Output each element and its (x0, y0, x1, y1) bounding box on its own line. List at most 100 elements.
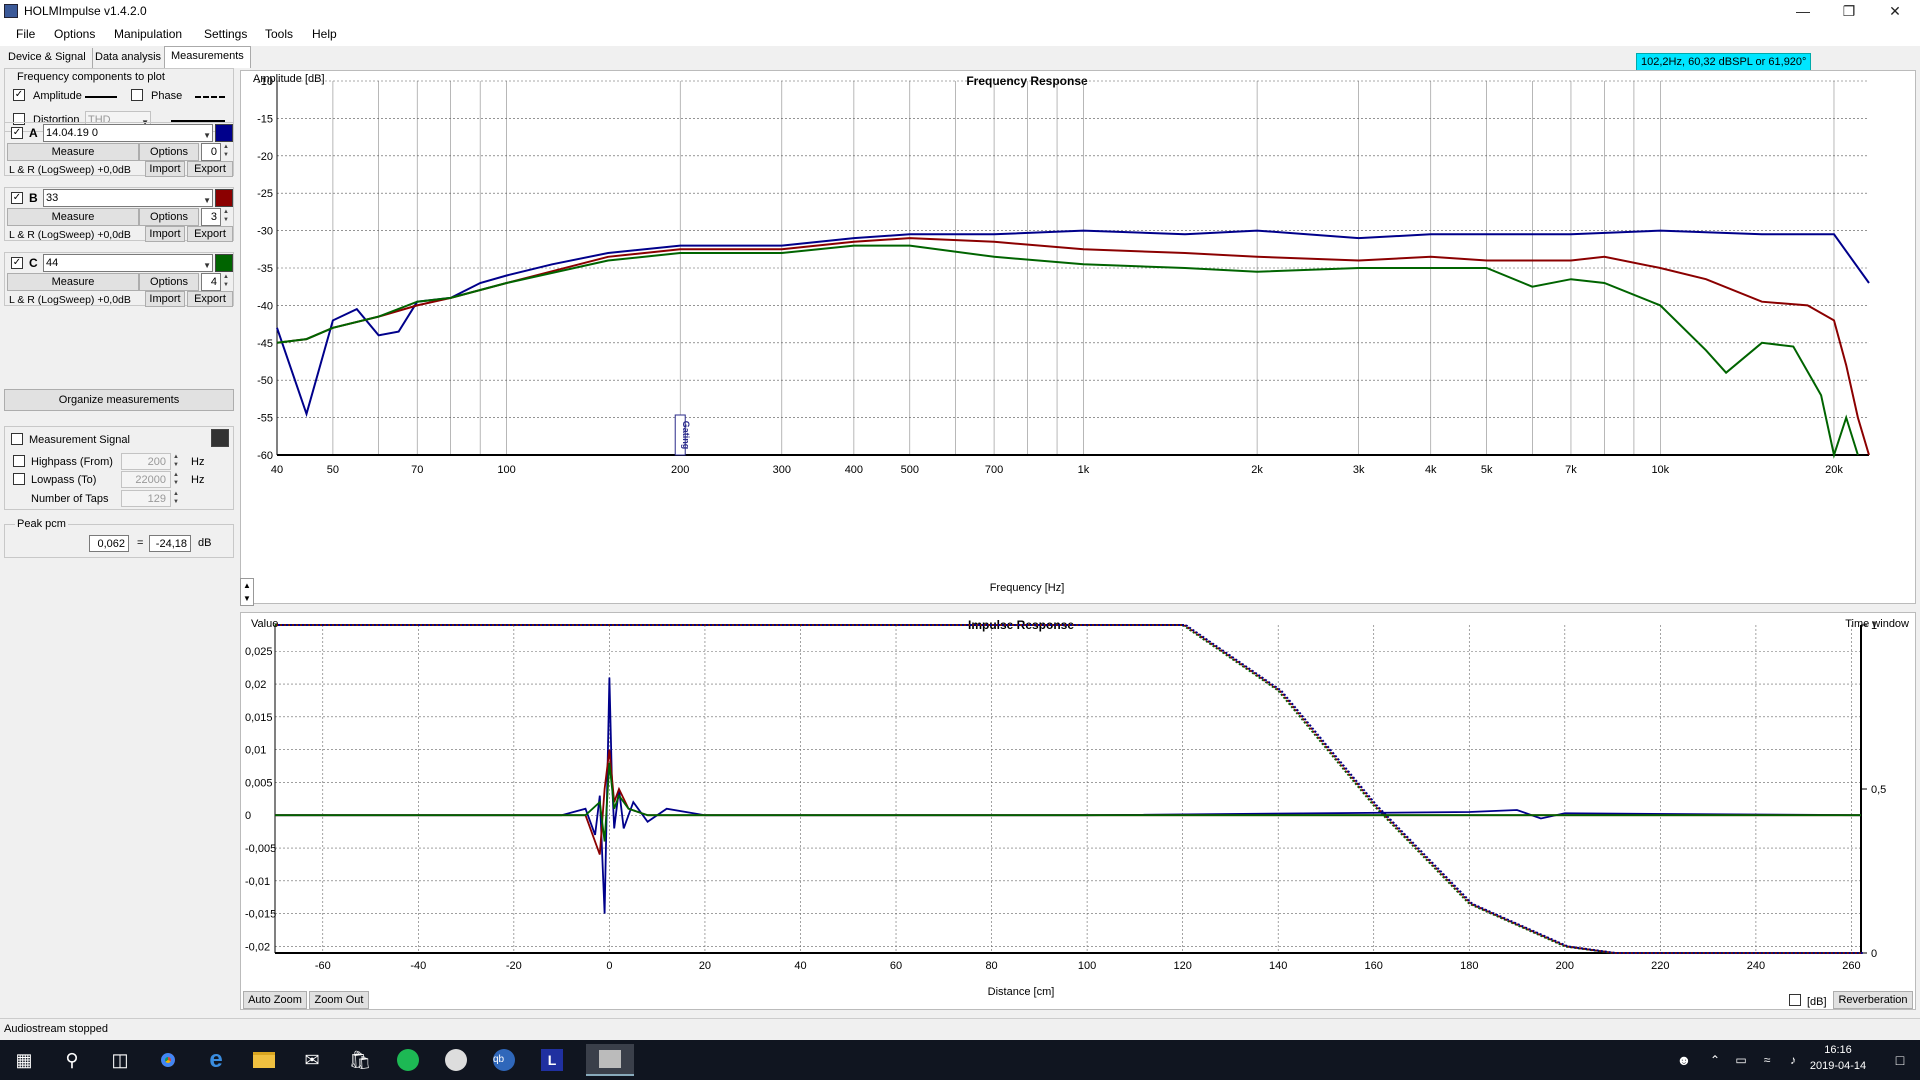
x-tick-label: 300 (773, 464, 791, 476)
x-tick-label: 4k (1425, 464, 1437, 476)
frequency-response-chart[interactable]: Amplitude [dB] Frequency ResponseFrequenc… (241, 71, 1917, 605)
restore-button[interactable]: ❐ (1826, 0, 1872, 22)
zoom-out-button[interactable]: Zoom Out (309, 991, 369, 1009)
file-explorer-icon[interactable] (240, 1044, 288, 1076)
auto-zoom-button[interactable]: Auto Zoom (243, 991, 307, 1009)
measurement-signal-checkbox[interactable] (11, 433, 23, 445)
db-checkbox[interactable] (1789, 994, 1801, 1006)
window-title: HOLMImpulse v1.4.2.0 (24, 4, 147, 18)
measurement-name-select[interactable]: 33 ▼ (43, 189, 213, 207)
offset-field[interactable]: 3 (201, 208, 221, 226)
frequency-components-title: Frequency components to plot (17, 71, 165, 83)
edge-icon[interactable]: e (192, 1044, 240, 1076)
x-tick-label: 260 (1842, 960, 1860, 972)
y-tick-label: -10 (257, 76, 273, 88)
measurement-color-swatch[interactable] (215, 189, 233, 207)
lowpass-field[interactable]: 22000 (121, 471, 171, 488)
measurement-name-select[interactable]: 44 ▼ (43, 254, 213, 272)
taps-spinner[interactable]: ▲ ▼ (171, 490, 181, 508)
spotify-icon[interactable] (384, 1044, 432, 1076)
measurement-enable-checkbox[interactable]: ✓ (11, 192, 23, 204)
highpass-field[interactable]: 200 (121, 453, 171, 470)
measurement-enable-checkbox[interactable]: ✓ (11, 257, 23, 269)
store-icon[interactable]: 🛍 (336, 1044, 384, 1076)
measure-button[interactable]: Measure (7, 273, 139, 291)
measurement-letter: C (29, 256, 38, 270)
lowpass-checkbox[interactable] (13, 473, 25, 485)
measure-button[interactable]: Measure (7, 143, 139, 161)
menu-file[interactable]: File (16, 27, 35, 41)
x-tick-label: 80 (985, 960, 997, 972)
export-button[interactable]: Export (187, 291, 233, 307)
mail-icon[interactable]: ✉ (288, 1044, 336, 1076)
highpass-checkbox[interactable] (13, 455, 25, 467)
reverberation-button[interactable]: Reverberation (1833, 991, 1913, 1009)
x-tick-label: 140 (1269, 960, 1287, 972)
offset-field[interactable]: 4 (201, 273, 221, 291)
measurement-description: L & R (LogSweep) +0,0dB (9, 294, 131, 306)
taps-field[interactable]: 129 (121, 490, 171, 507)
tab-data-analysis[interactable]: Data analysis (89, 48, 169, 68)
y-tick-label: -15 (257, 113, 273, 125)
app-circle-icon[interactable] (432, 1044, 480, 1076)
import-button[interactable]: Import (145, 161, 185, 177)
organize-measurements-button[interactable]: Organize measurements (4, 389, 234, 411)
options-button[interactable]: Options (139, 208, 199, 226)
task-view-icon[interactable]: ◫ (96, 1044, 144, 1076)
notification-icon[interactable]: □ (1880, 1044, 1920, 1076)
tab-device-signal[interactable]: Device & Signal (2, 48, 93, 68)
amplitude-label: Amplitude (33, 90, 82, 102)
y-tick-label: -50 (257, 375, 273, 387)
import-button[interactable]: Import (145, 291, 185, 307)
chrome-icon[interactable] (144, 1044, 192, 1076)
impulse-series-1 (275, 677, 1862, 914)
close-button[interactable]: ✕ (1872, 0, 1918, 22)
import-button[interactable]: Import (145, 226, 185, 242)
x-tick-label: 50 (327, 464, 339, 476)
x-axis-label: Distance [cm] (988, 986, 1055, 998)
frequency-series-3 (276, 244, 1859, 459)
menu-manipulation[interactable]: Manipulation (114, 27, 182, 41)
measurement-color-swatch[interactable] (215, 124, 233, 142)
phase-line-sample (195, 96, 225, 98)
x-tick-label: 220 (1651, 960, 1669, 972)
export-button[interactable]: Export (187, 226, 233, 242)
impulse-series-2 (275, 749, 1861, 855)
menu-options[interactable]: Options (54, 27, 95, 41)
tab-measurements[interactable]: Measurements (164, 46, 251, 68)
splitter-arrows[interactable]: ▲ ▼ (240, 578, 254, 606)
options-button[interactable]: Options (139, 143, 199, 161)
offset-spinner[interactable]: ▲ ▼ (221, 208, 231, 226)
db-label: [dB] (1807, 996, 1827, 1008)
search-icon[interactable]: ⚲ (48, 1044, 96, 1076)
x-tick-label: 0 (606, 960, 612, 972)
measurement-color-swatch[interactable] (215, 254, 233, 272)
highpass-spinner[interactable]: ▲ ▼ (171, 453, 181, 471)
qbittorrent-icon[interactable]: qb (480, 1044, 528, 1076)
export-button[interactable]: Export (187, 161, 233, 177)
windows-start-icon[interactable]: ▦ (0, 1044, 48, 1076)
cursor-readout-tooltip: 102,2Hz, 60,32 dBSPL or 61,920° (1636, 53, 1812, 71)
l-app-icon[interactable]: L (528, 1044, 576, 1076)
offset-spinner[interactable]: ▲ ▼ (221, 273, 231, 291)
menu-settings[interactable]: Settings (204, 27, 247, 41)
y-tick-label: -0,01 (245, 876, 270, 888)
offset-field[interactable]: 0 (201, 143, 221, 161)
options-button[interactable]: Options (139, 273, 199, 291)
minimize-button[interactable]: — (1780, 0, 1826, 22)
amplitude-checkbox[interactable]: ✓ (13, 89, 25, 101)
menu-tools[interactable]: Tools (265, 27, 293, 41)
y-tick-label: -30 (257, 226, 273, 238)
measurement-enable-checkbox[interactable]: ✓ (11, 127, 23, 139)
impulse-response-chart[interactable]: Value Impulse Response Time windowDistance… (241, 613, 1917, 1011)
menu-help[interactable]: Help (312, 27, 337, 41)
offset-spinner[interactable]: ▲ ▼ (221, 143, 231, 161)
measurement-name-select[interactable]: 14.04.19 0 ▼ (43, 124, 213, 142)
signal-color-swatch[interactable] (211, 429, 229, 447)
taskbar-clock[interactable]: 16:16 2019-04-14 (1800, 1044, 1876, 1072)
measure-button[interactable]: Measure (7, 208, 139, 226)
lowpass-label: Lowpass (To) (31, 474, 97, 486)
phase-checkbox[interactable] (131, 89, 143, 101)
lowpass-spinner[interactable]: ▲ ▼ (171, 471, 181, 489)
holmimpulse-taskbar-icon[interactable] (586, 1044, 634, 1076)
